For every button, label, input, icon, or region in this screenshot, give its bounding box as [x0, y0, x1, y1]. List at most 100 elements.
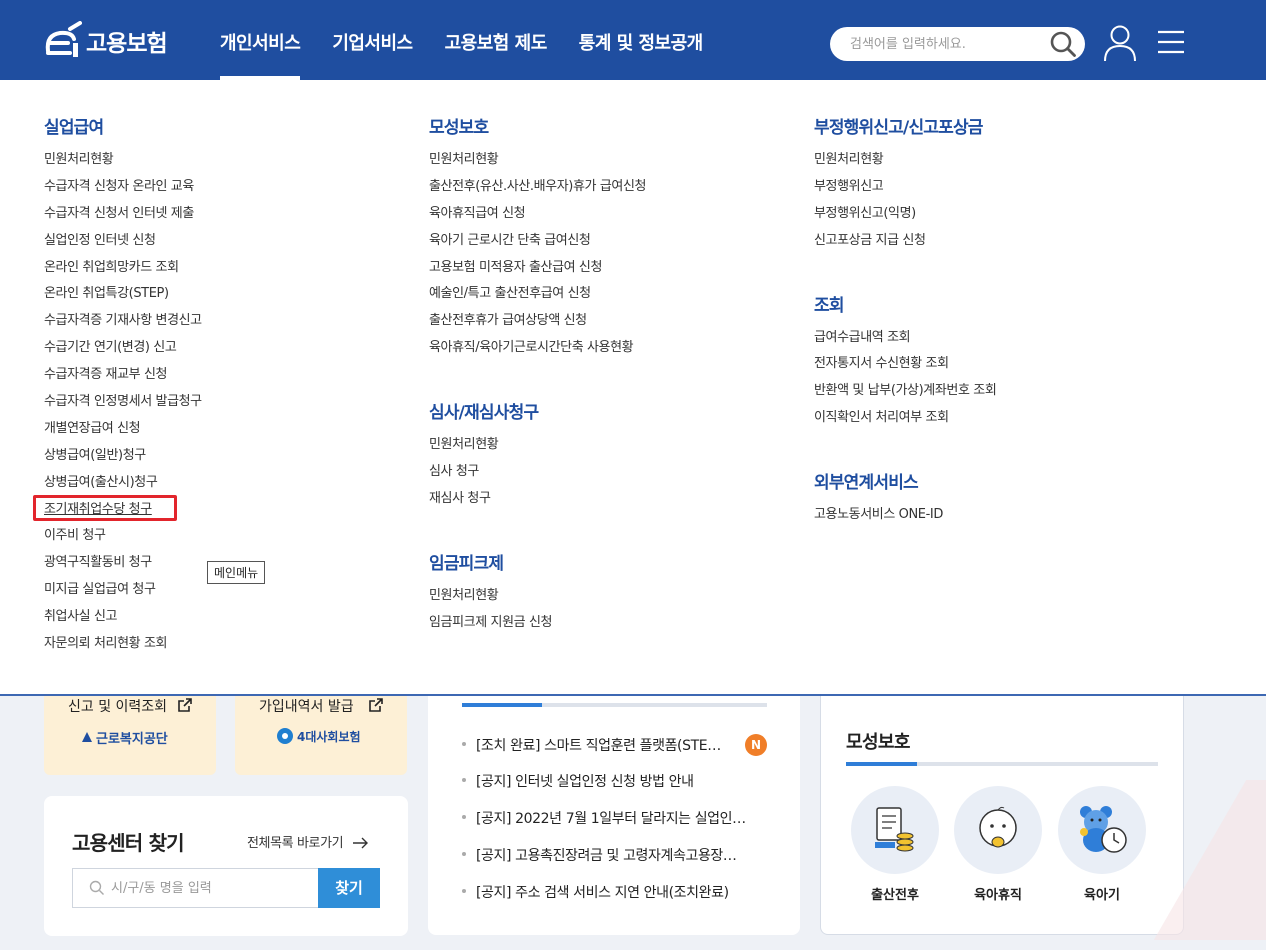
hamburger-menu-icon[interactable] — [1157, 28, 1185, 56]
menu-group-title[interactable]: 조회 — [814, 291, 996, 321]
menu-group-title[interactable]: 외부연계서비스 — [814, 468, 996, 498]
mega-column-3: 부정행위신고/신고포상금 민원처리현황 부정행위신고 부정행위신고(익명) 신고… — [814, 113, 997, 529]
menu-link[interactable]: 개별연장급여 신청 — [44, 416, 202, 443]
menu-link[interactable]: 민원처리현황 — [429, 583, 646, 610]
external-link-icon — [369, 697, 383, 716]
nav-insurance-system[interactable]: 고용보험 제도 — [445, 0, 548, 80]
menu-link[interactable]: 수급자격 신청자 온라인 교육 — [44, 174, 202, 201]
menu-link[interactable]: 수급자격증 재교부 신청 — [44, 362, 202, 389]
menu-link[interactable]: 이주비 청구 — [44, 523, 202, 550]
mega-column-1: 실업급여 민원처리현황 수급자격 신청자 온라인 교육 수급자격 신청서 인터넷… — [33, 113, 266, 658]
maternity-label: 육아휴직 — [974, 888, 1022, 903]
mega-column-2: 모성보호 민원처리현황 출산전후(유산.사산.배우자)휴가 급여신청 육아휴직급… — [429, 113, 646, 637]
menu-link[interactable]: 반환액 및 납부(가상)계좌번호 조회 — [814, 378, 997, 405]
notice-item[interactable]: [공지] 인터넷 실업인정 신청 방법 안내 — [462, 771, 694, 791]
menu-link[interactable]: 전자통지서 수신현황 조회 — [814, 351, 996, 378]
menu-list: 민원처리현황 수급자격 신청자 온라인 교육 수급자격 신청서 인터넷 제출 실… — [33, 147, 202, 658]
menu-link[interactable]: 부정행위신고(익명) — [814, 201, 996, 228]
user-icon[interactable] — [1103, 24, 1137, 62]
menu-group-title[interactable]: 임금피크제 — [429, 549, 646, 579]
menu-link[interactable]: 민원처리현황 — [429, 147, 646, 174]
menu-link[interactable]: 수급자격증 기재사항 변경신고 — [44, 308, 202, 335]
notice-item[interactable]: [공지] 2022년 7월 1일부터 달라지는 실업인… — [462, 808, 746, 828]
menu-link[interactable]: 취업사실 신고 — [44, 604, 202, 631]
notice-item[interactable]: [공지] 고용촉진장려금 및 고령자계속고용장… — [462, 845, 737, 865]
menu-link[interactable]: 육아기 근로시간 단축 급여신청 — [429, 228, 646, 255]
menu-group-fraud-report: 부정행위신고/신고포상금 민원처리현황 부정행위신고 부정행위신고(익명) 신고… — [814, 113, 996, 255]
menu-list: 민원처리현황 부정행위신고 부정행위신고(익명) 신고포상금 지급 신청 — [814, 147, 996, 255]
menu-link[interactable]: 이직확인서 처리여부 조회 — [814, 405, 996, 432]
maternity-title: 모성보호 — [846, 732, 910, 753]
menu-link[interactable]: 온라인 취업희망카드 조회 — [44, 255, 202, 282]
menu-group-title[interactable]: 심사/재심사청구 — [429, 398, 646, 428]
menu-link[interactable]: 민원처리현황 — [44, 147, 202, 174]
notice-item[interactable]: [조치 완료] 스마트 직업훈련 플랫폼(STE… — [462, 735, 721, 755]
service-link-certificate[interactable]: 가입내역서 발급 — [259, 696, 354, 716]
external-link-icon — [178, 697, 192, 716]
menu-group-maternity: 모성보호 민원처리현황 출산전후(유산.사산.배우자)휴가 급여신청 육아휴직급… — [429, 113, 646, 362]
menu-link[interactable]: 고용노동서비스 ONE-ID — [814, 502, 996, 529]
center-finder-title: 고용센터 찾기 — [72, 831, 185, 855]
menu-group-appeal: 심사/재심사청구 민원처리현황 심사 청구 재심사 청구 — [429, 398, 646, 513]
nav-statistics[interactable]: 통계 및 정보공개 — [579, 0, 703, 80]
mega-menu: 실업급여 민원처리현황 수급자격 신청자 온라인 교육 수급자격 신청서 인터넷… — [0, 80, 1266, 696]
search-icon[interactable] — [1049, 30, 1077, 58]
menu-link[interactable]: 고용보험 미적용자 출산급여 신청 — [429, 255, 646, 282]
menu-group-title[interactable]: 실업급여 — [44, 113, 202, 143]
menu-link[interactable]: 민원처리현황 — [429, 432, 646, 459]
menu-link[interactable]: 임금피크제 지원금 신청 — [429, 610, 646, 637]
logo-text: 고용보험 — [86, 31, 168, 57]
site-logo[interactable]: 고용보험 — [42, 20, 168, 62]
ei-logo-icon — [42, 21, 82, 61]
menu-group-title[interactable]: 모성보호 — [429, 113, 646, 143]
menu-group-inquiry: 조회 급여수급내역 조회 전자통지서 수신현황 조회 반환액 및 납부(가상)계… — [814, 291, 997, 433]
center-search-field[interactable] — [72, 868, 319, 908]
menu-group-title[interactable]: 부정행위신고/신고포상금 — [814, 113, 996, 143]
menu-link[interactable]: 미지급 실업급여 청구 — [44, 577, 202, 604]
maternity-item-leave[interactable] — [954, 786, 1042, 874]
menu-link[interactable]: 예술인/특고 출산전후급여 신청 — [429, 281, 646, 308]
menu-group-external: 외부연계서비스 고용노동서비스 ONE-ID — [814, 468, 996, 529]
menu-link[interactable]: 출산전후휴가 급여상당액 신청 — [429, 308, 646, 335]
menu-link[interactable]: 출산전후(유산.사산.배우자)휴가 급여신청 — [429, 174, 646, 201]
site-header: 고용보험 개인서비스 기업서비스 고용보험 제도 통계 및 정보공개 — [0, 0, 1266, 80]
kcomwel-logo-icon — [80, 729, 94, 748]
center-search-button[interactable]: 찾기 — [318, 868, 380, 908]
menu-link[interactable]: 육아휴직/육아기근로시간단축 사용현황 — [429, 335, 646, 362]
menu-link[interactable]: 재심사 청구 — [429, 486, 646, 513]
menu-link-focused[interactable]: 조기재취업수당 청구 — [33, 494, 202, 524]
menu-link[interactable]: 수급자격 인정명세서 발급청구 — [44, 389, 202, 416]
nav-business-service[interactable]: 기업서비스 — [332, 0, 413, 80]
menu-link[interactable]: 상병급여(일반)청구 — [44, 443, 202, 470]
menu-link[interactable]: 부정행위신고 — [814, 174, 996, 201]
service-link-history[interactable]: 신고 및 이력조회 — [68, 696, 167, 716]
menu-link[interactable]: 상병급여(출산시)청구 — [44, 470, 202, 497]
menu-list: 민원처리현황 심사 청구 재심사 청구 — [429, 432, 646, 513]
menu-link[interactable]: 심사 청구 — [429, 459, 646, 486]
menu-link[interactable]: 육아휴직급여 신청 — [429, 201, 646, 228]
menu-link-label: 조기재취업수당 청구 — [44, 501, 152, 517]
menu-link[interactable]: 급여수급내역 조회 — [814, 325, 996, 352]
document-coins-icon — [875, 806, 915, 856]
global-navigation: 개인서비스 기업서비스 고용보험 제도 통계 및 정보공개 — [220, 0, 735, 80]
maternity-item-childcare[interactable] — [1058, 786, 1146, 874]
menu-link[interactable]: 민원처리현황 — [814, 147, 996, 174]
menu-link[interactable]: 광역구직활동비 청구 — [44, 550, 202, 577]
menu-list: 고용노동서비스 ONE-ID — [814, 502, 996, 529]
menu-link[interactable]: 수급기간 연기(변경) 신고 — [44, 335, 202, 362]
menu-group-wage-peak: 임금피크제 민원처리현황 임금피크제 지원금 신청 — [429, 549, 646, 637]
menu-link[interactable]: 실업인정 인터넷 신청 — [44, 228, 202, 255]
menu-link[interactable]: 자문의뢰 처리현황 조회 — [44, 631, 202, 658]
nav-personal-service[interactable]: 개인서비스 — [220, 0, 301, 80]
notice-item[interactable]: [공지] 주소 검색 서비스 지연 안내(조치완료) — [462, 882, 729, 902]
menu-link[interactable]: 온라인 취업특강(STEP) — [44, 281, 202, 308]
menu-link[interactable]: 신고포상금 지급 신청 — [814, 228, 996, 255]
tooltip: 메인메뉴 — [207, 561, 266, 584]
menu-link[interactable]: 수급자격 신청서 인터넷 제출 — [44, 201, 202, 228]
search-input[interactable] — [850, 34, 1050, 54]
search-icon — [89, 880, 105, 900]
service-org-label: 근로복지공단 — [96, 732, 168, 747]
center-search-input[interactable] — [111, 878, 311, 898]
center-list-link[interactable]: 전체목록 바로가기 — [247, 832, 369, 853]
maternity-item-birth[interactable] — [851, 786, 939, 874]
